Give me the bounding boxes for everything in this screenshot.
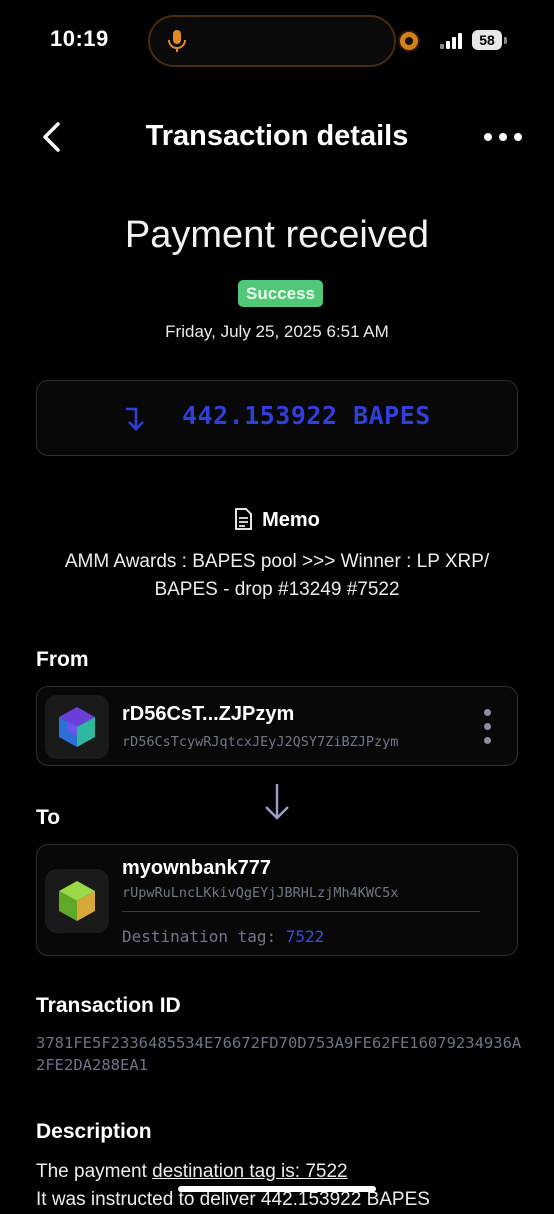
microphone-icon xyxy=(168,30,186,52)
sender-address: rD56CsTcywRJqtcxJEyJ2QSY7ZiBZJPzym xyxy=(122,734,399,750)
to-label: To xyxy=(36,806,61,829)
destination-tag-label: Destination tag: xyxy=(122,927,277,946)
battery-level: 58 xyxy=(472,30,502,50)
memo-label: Memo xyxy=(262,509,320,531)
incoming-arrow-icon xyxy=(126,407,144,431)
description-label: Description xyxy=(36,1120,152,1143)
to-account-card[interactable]: myownbank777 rUpwRuLncLKkivQgEYjJBRHLzjM… xyxy=(36,844,518,956)
cellular-signal-icon xyxy=(440,33,464,49)
description-line1-prefix: The payment xyxy=(36,1161,153,1182)
transaction-date: Friday, July 25, 2025 6:51 AM xyxy=(165,322,389,341)
sender-options-icon[interactable] xyxy=(483,709,493,745)
transaction-id-value[interactable]: 3781FE5F2336485534E76672FD70D753A9FE62FE… xyxy=(36,1032,526,1076)
status-time: 10:19 xyxy=(50,26,109,51)
battery-icon: 58 xyxy=(472,30,508,52)
divider xyxy=(122,911,480,912)
from-account-card[interactable]: rD56CsT...ZJPzym rD56CsTcywRJqtcxJEyJ2QS… xyxy=(36,686,518,766)
sender-avatar xyxy=(45,695,109,759)
home-indicator[interactable] xyxy=(178,1186,376,1192)
document-icon xyxy=(235,508,252,530)
dynamic-island xyxy=(148,15,396,67)
destination-tag: Destination tag: 7522 xyxy=(122,927,324,946)
status-badge: Success xyxy=(238,280,323,307)
recording-indicator-icon xyxy=(400,32,418,50)
memo-heading: Memo xyxy=(0,508,554,532)
destination-tag-value: 7522 xyxy=(285,927,325,946)
recipient-address: rUpwRuLncLKkivQgEYjJBRHLzjMh4KWC5x xyxy=(122,885,399,901)
down-arrow-icon xyxy=(265,784,289,820)
more-options-icon[interactable] xyxy=(484,128,524,146)
cube-logo-icon xyxy=(59,707,95,747)
recipient-avatar xyxy=(45,869,109,933)
green-cube-logo-icon xyxy=(59,881,95,921)
memo-text: AMM Awards : BAPES pool >>> Winner : LP … xyxy=(64,551,490,600)
transaction-id-label: Transaction ID xyxy=(36,994,181,1017)
description-destination-tag: destination tag is: 7522 xyxy=(152,1161,348,1182)
amount-card: 442.153922 BAPES xyxy=(36,380,518,456)
from-label: From xyxy=(36,648,89,671)
transaction-type-heading: Payment received xyxy=(124,214,430,256)
recipient-name: myownbank777 xyxy=(122,857,271,879)
page-title: Transaction details xyxy=(145,120,409,152)
amount-value: 442.153922 BAPES xyxy=(182,401,431,430)
sender-name: rD56CsT...ZJPzym xyxy=(122,703,295,725)
